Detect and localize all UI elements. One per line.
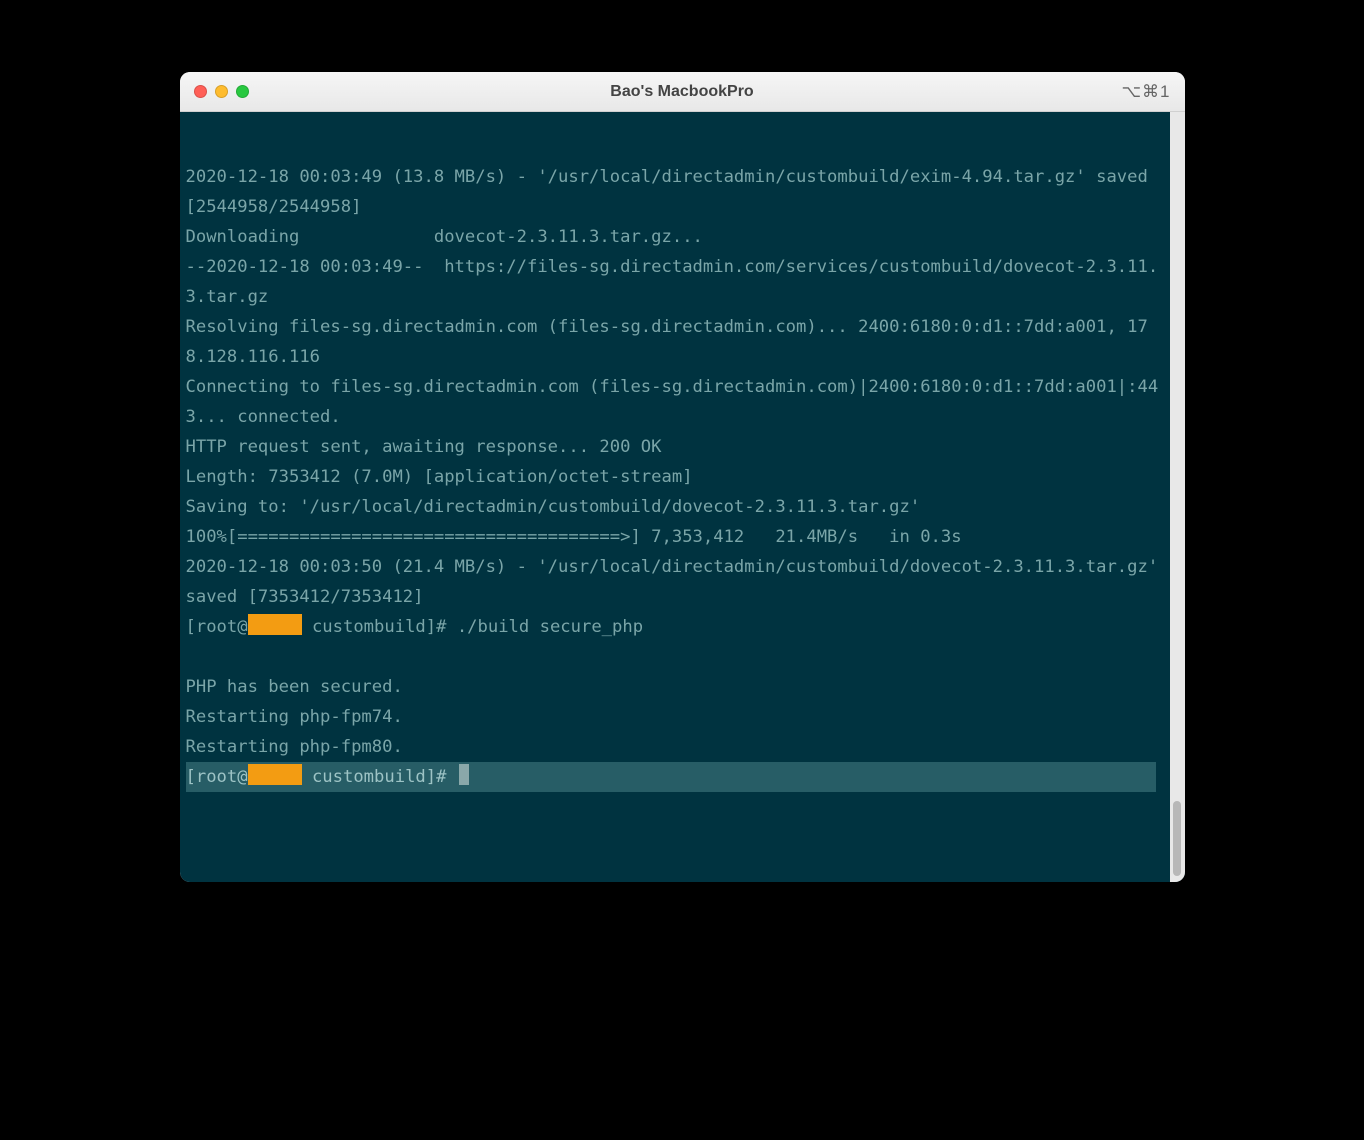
terminal-window: Bao's MacbookPro ⌥⌘1 2020-12-18 00:03:49…	[180, 72, 1185, 882]
terminal-line: 100%[===================================…	[186, 522, 1164, 552]
prompt-line: [root@ custombuild]# ./build secure_php	[186, 612, 1164, 642]
terminal-line: Saving to: '/usr/local/directadmin/custo…	[186, 492, 1164, 522]
terminal-line: Restarting php-fpm80.	[186, 732, 1164, 762]
terminal-line: 2020-12-18 00:03:50 (21.4 MB/s) - '/usr/…	[186, 552, 1164, 612]
cursor	[459, 764, 469, 785]
active-prompt-line: [root@ custombuild]#	[186, 762, 1156, 792]
command-text: ./build secure_php	[457, 617, 643, 637]
scrollbar-track[interactable]	[1170, 112, 1185, 882]
minimize-button[interactable]	[215, 85, 228, 98]
prompt-prefix: [root@	[186, 617, 248, 637]
redacted-hostname	[248, 764, 302, 785]
terminal-line: Connecting to files-sg.directadmin.com (…	[186, 372, 1164, 432]
prompt-suffix: custombuild]#	[302, 767, 457, 787]
shortcut-indicator: ⌥⌘1	[1121, 82, 1170, 102]
redacted-hostname	[248, 614, 302, 635]
titlebar: Bao's MacbookPro ⌥⌘1	[180, 72, 1185, 112]
scrollbar-thumb[interactable]	[1173, 801, 1181, 876]
terminal-line: HTTP request sent, awaiting response... …	[186, 432, 1164, 462]
terminal-line: 2020-12-18 00:03:49 (13.8 MB/s) - '/usr/…	[186, 162, 1164, 222]
terminal-content[interactable]: 2020-12-18 00:03:49 (13.8 MB/s) - '/usr/…	[180, 112, 1170, 882]
terminal-line: Downloading dovecot-2.3.11.3.tar.gz...	[186, 222, 1164, 252]
terminal-line: Length: 7353412 (7.0M) [application/octe…	[186, 462, 1164, 492]
close-button[interactable]	[194, 85, 207, 98]
traffic-lights	[194, 85, 249, 98]
prompt-prefix: [root@	[186, 767, 248, 787]
terminal-line: Resolving files-sg.directadmin.com (file…	[186, 312, 1164, 372]
terminal-line: --2020-12-18 00:03:49-- https://files-sg…	[186, 252, 1164, 312]
window-title: Bao's MacbookPro	[180, 83, 1185, 101]
terminal-line: Restarting php-fpm74.	[186, 702, 1164, 732]
terminal-line: PHP has been secured.	[186, 672, 1164, 702]
maximize-button[interactable]	[236, 85, 249, 98]
terminal-body: 2020-12-18 00:03:49 (13.8 MB/s) - '/usr/…	[180, 112, 1185, 882]
prompt-suffix: custombuild]#	[302, 617, 457, 637]
